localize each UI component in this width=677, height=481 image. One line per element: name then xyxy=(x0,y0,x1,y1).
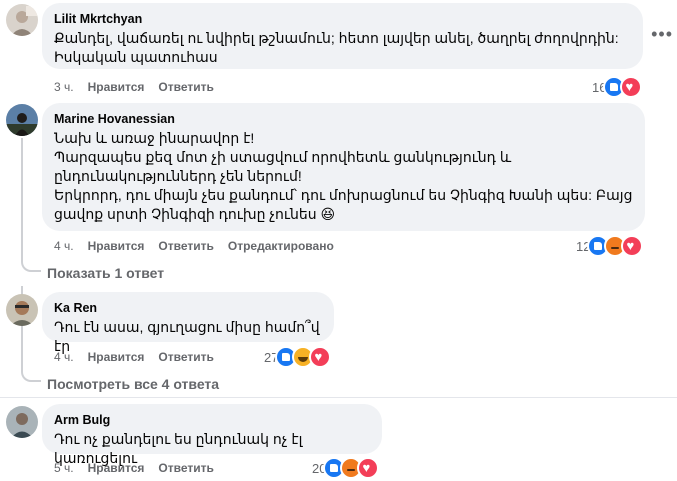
comment-text: Նախ և առաջ ինարավոր է! Պարզապես քեզ մոտ … xyxy=(54,130,633,222)
thread-connector xyxy=(21,256,41,272)
like-button[interactable]: Нравится xyxy=(88,460,145,476)
avatar[interactable] xyxy=(6,4,38,36)
reply-button[interactable]: Ответить xyxy=(158,349,213,365)
comment-time[interactable]: 4 ч. xyxy=(54,238,74,254)
avatar[interactable] xyxy=(6,104,38,136)
comment-time[interactable]: 3 ч. xyxy=(54,79,74,95)
like-button[interactable]: Нравится xyxy=(88,349,145,365)
reply-button[interactable]: Ответить xyxy=(158,79,213,95)
show-replies-link[interactable]: Показать 1 ответ xyxy=(47,264,164,282)
reaction-summary[interactable]: 20 xyxy=(312,457,380,479)
avatar-photo-icon xyxy=(6,104,38,136)
reply-button[interactable]: Ответить xyxy=(158,460,213,476)
avatar[interactable] xyxy=(6,406,38,438)
comment-actions: 5 ч. Нравится Ответить xyxy=(54,460,228,476)
love-reaction-icon xyxy=(357,457,380,479)
comment-bubble: Lilit Mkrtchyan Քանդել, վաճառել ու նվիրե… xyxy=(42,3,643,69)
avatar-photo-icon xyxy=(6,4,38,36)
comment-time[interactable]: 5 ч. xyxy=(54,460,74,476)
thread-line xyxy=(21,138,23,258)
avatar-photo-icon xyxy=(6,294,38,326)
love-reaction-icon xyxy=(309,346,332,368)
reaction-summary[interactable]: 16 xyxy=(592,76,643,98)
comment-bubble: Marine Hovanessian Նախ և առաջ ինարավոր է… xyxy=(42,103,645,231)
avatar[interactable] xyxy=(6,294,38,326)
love-reaction-icon xyxy=(620,76,643,98)
thread-connector xyxy=(21,366,41,382)
comment-actions: 4 ч. Нравится Ответить xyxy=(54,349,228,365)
comment-text: Քանդել, վաճառել ու նվիրել թշնամուն; հետո… xyxy=(54,30,619,65)
comment-author[interactable]: Arm Bulg xyxy=(54,412,370,428)
reaction-summary[interactable]: 27 xyxy=(264,346,332,368)
view-all-replies-link[interactable]: Посмотреть все 4 ответа xyxy=(47,375,219,393)
comment-actions: 4 ч. Нравится Ответить Отредактировано xyxy=(54,238,348,254)
divider xyxy=(0,397,677,398)
edited-label[interactable]: Отредактировано xyxy=(228,238,334,254)
comment-time[interactable]: 4 ч. xyxy=(54,349,74,365)
comment-author[interactable]: Ka Ren xyxy=(54,300,322,316)
comment-author[interactable]: Marine Hovanessian xyxy=(54,111,633,127)
comment-author[interactable]: Lilit Mkrtchyan xyxy=(54,11,631,27)
love-reaction-icon xyxy=(621,235,644,257)
comment-bubble: Arm Bulg Դու ոչ քանդելու ես ընդունակ ոչ … xyxy=(42,404,382,466)
comment-actions: 3 ч. Нравится Ответить xyxy=(54,79,228,95)
like-button[interactable]: Нравится xyxy=(88,238,145,254)
like-button[interactable]: Нравится xyxy=(88,79,145,95)
more-options-icon[interactable]: ••• xyxy=(651,24,673,45)
comment-bubble: Ka Ren Դու էն ասա, գյուղացու միսը համո՞վ… xyxy=(42,292,334,354)
reaction-summary[interactable]: 12 xyxy=(576,235,644,257)
reply-button[interactable]: Ответить xyxy=(158,238,213,254)
avatar-photo-icon xyxy=(6,406,38,438)
